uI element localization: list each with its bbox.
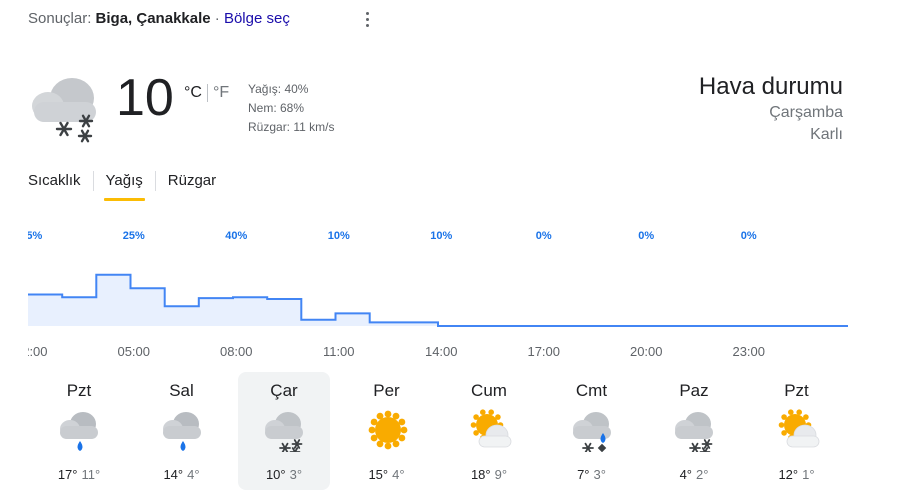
day-temps: 10° 3° xyxy=(238,467,330,482)
tab-temperature[interactable]: Sıcaklık xyxy=(28,170,81,191)
partly-cloudy-icon xyxy=(467,408,513,452)
high-temp: 15° xyxy=(368,467,389,482)
day-temps: 7° 3° xyxy=(546,467,638,482)
hour-label: 17:00 xyxy=(527,344,560,359)
fahrenheit-unit[interactable]: °F xyxy=(213,84,229,102)
precip-percent-label: 0% xyxy=(638,230,654,242)
chart-tabs: Sıcaklık Yağış Rüzgar xyxy=(28,170,216,201)
precip-percent-label: 0% xyxy=(536,230,552,242)
low-temp: 2° xyxy=(696,467,709,482)
precip-percent-label: 10% xyxy=(430,230,452,242)
high-temp: 17° xyxy=(57,467,78,482)
sun-icon xyxy=(365,408,411,452)
day-name: Per xyxy=(373,381,400,400)
hour-label: 05:00 xyxy=(117,344,150,359)
current-temperature: 10 xyxy=(116,69,174,127)
unit-toggle: °C °F xyxy=(184,84,229,102)
day-temps: 12° 1° xyxy=(751,467,843,482)
day-temps: 4° 2° xyxy=(648,467,740,482)
day-name: Pzt xyxy=(784,381,809,400)
day-forecast-0[interactable]: Pzt 17° 11° xyxy=(33,372,125,490)
day-forecast-6[interactable]: Paz 4° 2° xyxy=(648,372,740,490)
tab-wind[interactable]: Rüzgar xyxy=(168,170,216,191)
day-forecast-1[interactable]: Sal 14° 4° xyxy=(136,372,228,490)
day-forecast-4[interactable]: Cum 18° 9° xyxy=(443,372,535,490)
snow-cloud-icon xyxy=(672,408,718,457)
weather-details: Yağış: 40% Nem: 68% Rüzgar: 11 km/s xyxy=(248,80,334,137)
unit-divider xyxy=(206,84,208,102)
wind-text: Rüzgar: 11 km/s xyxy=(248,120,335,134)
hour-label: 02:00 xyxy=(28,344,48,359)
day-name: Paz xyxy=(679,381,709,400)
tab-divider xyxy=(154,170,156,191)
weather-title: Hava durumu xyxy=(698,73,843,100)
results-separator: · xyxy=(214,10,220,27)
precipitation-area xyxy=(28,274,848,326)
results-location-line: Sonuçlar: Biga, Çanakkale · Bölge seç xyxy=(28,10,290,27)
hour-label: 08:00 xyxy=(220,344,253,359)
day-temps: 15° 4° xyxy=(341,467,433,482)
precip-percent-label: 40% xyxy=(225,230,247,242)
day-temps: 14° 4° xyxy=(136,467,228,482)
more-vert-icon[interactable] xyxy=(360,8,374,30)
sleet-cloud-icon xyxy=(570,408,616,454)
low-temp: 11° xyxy=(81,467,101,482)
partly-cloudy-icon xyxy=(775,408,821,452)
hour-label: 14:00 xyxy=(425,344,458,359)
results-prefix: Sonuçlar: xyxy=(28,10,92,27)
day-temps: 17° 11° xyxy=(33,467,125,482)
day-forecast-7[interactable]: Pzt 12° 1° xyxy=(751,372,843,490)
day-name: Cmt xyxy=(575,381,608,400)
day-name: Çar xyxy=(270,381,298,400)
tab-precipitation[interactable]: Yağış xyxy=(103,170,146,201)
hour-label: 20:00 xyxy=(630,344,663,359)
low-temp: 3° xyxy=(289,467,303,482)
weather-condition: Karlı xyxy=(810,126,843,143)
snow-cloud-icon xyxy=(262,408,308,457)
location-name: Biga, Çanakkale xyxy=(95,10,211,27)
high-temp: 14° xyxy=(163,467,184,482)
precipitation-text: Yağış: 40% xyxy=(248,82,309,96)
day-temps: 18° 9° xyxy=(443,467,535,482)
low-temp: 4° xyxy=(187,467,200,482)
hour-label: 23:00 xyxy=(732,344,765,359)
high-temp: 18° xyxy=(470,467,491,482)
low-temp: 3° xyxy=(593,467,606,482)
rain-cloud-icon xyxy=(57,408,103,452)
celsius-unit[interactable]: °C xyxy=(184,84,202,102)
humidity-text: Nem: 68% xyxy=(248,101,305,115)
day-name: Sal xyxy=(169,381,194,400)
day-forecast-2[interactable]: Çar 10° 3° xyxy=(238,372,330,490)
day-name: Cum xyxy=(471,381,507,400)
weather-summary: Hava durumu Çarşamba Karlı xyxy=(699,72,843,146)
hour-label: 11:00 xyxy=(323,344,355,359)
day-forecast-3[interactable]: Per 15° 4° xyxy=(341,372,433,490)
day-forecast-5[interactable]: Cmt 7° 3° xyxy=(546,372,638,490)
precip-percent-label: 0% xyxy=(741,230,757,242)
snow-cloud-icon xyxy=(28,72,104,144)
tab-divider xyxy=(92,170,94,191)
precip-percent-label: 35% xyxy=(28,230,42,242)
daily-forecast: Pzt 17° 11° Sal 14° 4° Çar 10° 3° Per 15° 4° Cum 18° 9… xyxy=(28,372,848,492)
high-temp: 7° xyxy=(577,467,590,482)
precipitation-chart: 35% 02:00 25% 05:00 40% 08:00 10% 11:00 10% 14:00… xyxy=(28,230,848,359)
high-temp: 12° xyxy=(778,467,799,482)
low-temp: 9° xyxy=(494,467,508,482)
precip-percent-label: 25% xyxy=(123,230,145,242)
low-temp: 1° xyxy=(802,467,815,482)
rain-cloud-icon xyxy=(160,408,206,452)
weather-day: Çarşamba xyxy=(769,104,843,121)
high-temp: 4° xyxy=(679,467,692,482)
high-temp: 10° xyxy=(265,467,286,482)
precip-percent-label: 10% xyxy=(328,230,350,242)
day-name: Pzt xyxy=(66,381,92,400)
select-region-link[interactable]: Bölge seç xyxy=(224,10,290,27)
low-temp: 4° xyxy=(392,467,405,482)
